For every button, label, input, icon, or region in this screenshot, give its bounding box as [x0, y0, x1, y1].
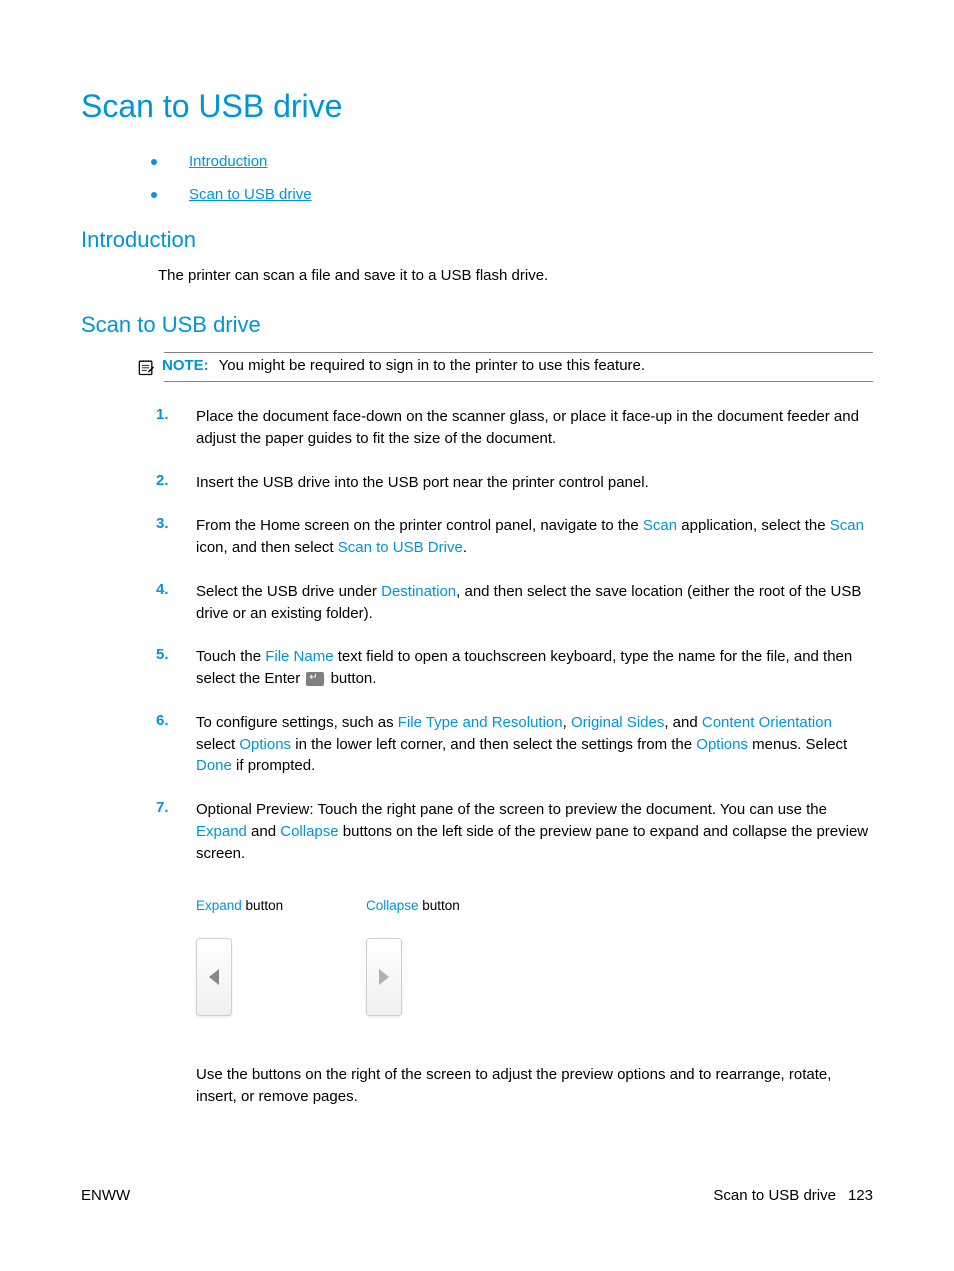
collapse-header: Collapse button: [366, 896, 536, 916]
ui-term-file-type-resolution: File Type and Resolution: [398, 714, 563, 731]
note-icon: [136, 357, 156, 377]
ui-term-scan-to-usb-drive: Scan to USB Drive: [338, 539, 463, 556]
expand-button-graphic: [196, 938, 232, 1016]
arrow-right-icon: [379, 969, 389, 985]
step-number: 6.: [156, 712, 196, 777]
table-of-contents: Introduction Scan to USB drive: [151, 153, 873, 203]
step-text: Touch the File Name text field to open a…: [196, 646, 873, 690]
step-text: From the Home screen on the printer cont…: [196, 515, 873, 559]
note-text: You might be required to sign in to the …: [219, 357, 645, 374]
step-number: 1.: [156, 406, 196, 450]
bullet-icon: [151, 159, 157, 165]
step-2: 2. Insert the USB drive into the USB por…: [156, 472, 873, 494]
ui-term-done: Done: [196, 757, 232, 774]
toc-item: Introduction: [151, 153, 873, 170]
step-text: Select the USB drive under Destination, …: [196, 581, 873, 625]
expand-header: Expand button: [196, 896, 366, 916]
step-text: To configure settings, such as File Type…: [196, 712, 873, 777]
step-text: Insert the USB drive into the USB port n…: [196, 472, 649, 494]
footer-page-number: 123: [848, 1187, 873, 1204]
arrow-left-icon: [209, 969, 219, 985]
footer-left: ENWW: [81, 1187, 130, 1204]
button-table: Expand button Collapse button: [196, 896, 873, 1016]
page-title: Scan to USB drive: [81, 88, 873, 125]
ui-term-options-menus: Options: [696, 736, 748, 753]
post-table-text: Use the buttons on the right of the scre…: [196, 1064, 873, 1108]
step-4: 4. Select the USB drive under Destinatio…: [156, 581, 873, 625]
expand-column: Expand button: [196, 896, 366, 1016]
step-text: Optional Preview: Touch the right pane o…: [196, 799, 873, 1107]
step-number: 2.: [156, 472, 196, 494]
bullet-icon: [151, 192, 157, 198]
ui-term-content-orientation: Content Orientation: [702, 714, 832, 731]
ui-term-original-sides: Original Sides: [571, 714, 664, 731]
toc-link-introduction[interactable]: Introduction: [189, 153, 267, 170]
note-box: NOTE: You might be required to sign in t…: [136, 352, 873, 382]
step-number: 3.: [156, 515, 196, 559]
ui-term-scan-icon: Scan: [830, 517, 864, 534]
step-5: 5. Touch the File Name text field to ope…: [156, 646, 873, 690]
ui-term-destination: Destination: [381, 583, 456, 600]
ui-term-expand: Expand: [196, 823, 247, 840]
footer-section-label: Scan to USB drive: [713, 1187, 836, 1204]
step-number: 4.: [156, 581, 196, 625]
collapse-button-graphic: [366, 938, 402, 1016]
step-text: Place the document face-down on the scan…: [196, 406, 873, 450]
step-1: 1. Place the document face-down on the s…: [156, 406, 873, 450]
section-heading-scan: Scan to USB drive: [81, 312, 873, 338]
steps-list: 1. Place the document face-down on the s…: [156, 406, 873, 1107]
step-number: 5.: [156, 646, 196, 690]
ui-term-scan: Scan: [643, 517, 677, 534]
step-7: 7. Optional Preview: Touch the right pan…: [156, 799, 873, 1107]
collapse-column: Collapse button: [366, 896, 536, 1016]
ui-term-options: Options: [239, 736, 291, 753]
intro-paragraph: The printer can scan a file and save it …: [158, 267, 873, 284]
toc-item: Scan to USB drive: [151, 186, 873, 203]
step-6: 6. To configure settings, such as File T…: [156, 712, 873, 777]
section-heading-introduction: Introduction: [81, 227, 873, 253]
ui-term-collapse: Collapse: [280, 823, 338, 840]
ui-term-file-name: File Name: [265, 648, 333, 665]
toc-link-scan-to-usb[interactable]: Scan to USB drive: [189, 186, 312, 203]
page-footer: ENWW Scan to USB drive 123: [81, 1187, 873, 1204]
footer-right: Scan to USB drive 123: [713, 1187, 873, 1204]
enter-icon: [306, 672, 324, 686]
step-number: 7.: [156, 799, 196, 1107]
step-3: 3. From the Home screen on the printer c…: [156, 515, 873, 559]
note-label: NOTE:: [162, 357, 209, 374]
